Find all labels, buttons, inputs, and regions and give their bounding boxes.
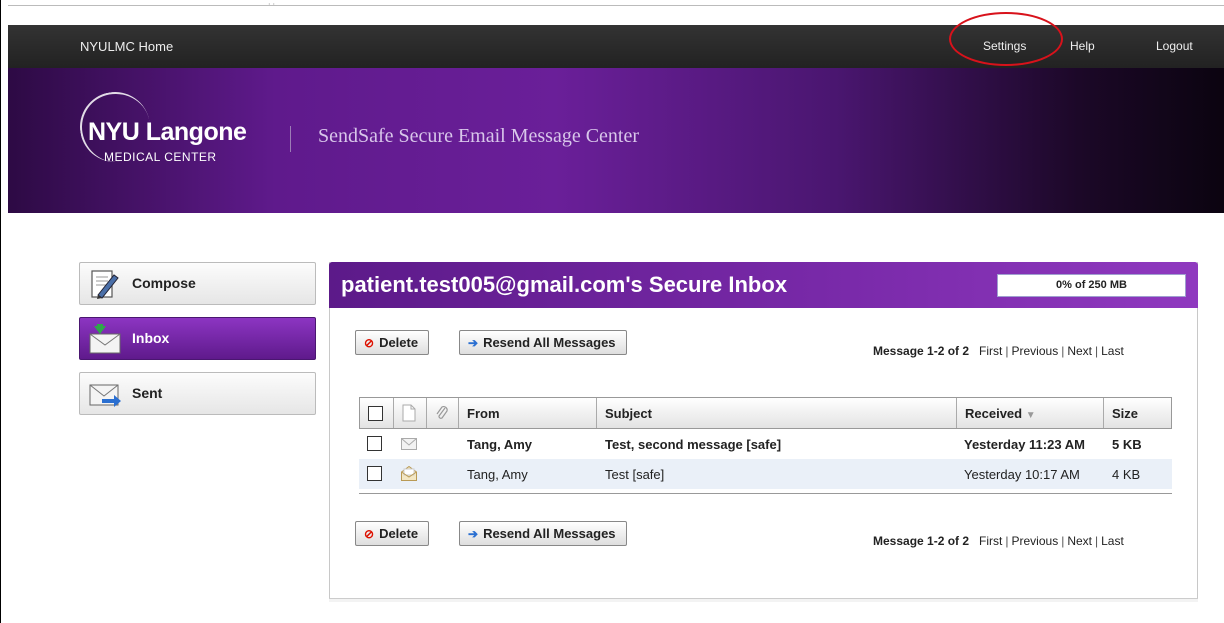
row-subject[interactable]: Test, second message [safe] xyxy=(605,437,781,452)
help-link[interactable]: Help xyxy=(1070,39,1095,53)
compose-icon xyxy=(91,270,119,299)
envelope-closed-icon xyxy=(401,438,417,450)
sidebar-item-compose[interactable]: Compose xyxy=(79,262,316,305)
message-table: From Subject Received ▼ Size Tang, Amy T… xyxy=(359,397,1172,494)
table-row[interactable]: Tang, Amy Test [safe] Yesterday 10:17 AM… xyxy=(359,459,1172,489)
next-link[interactable]: Next xyxy=(1067,344,1092,358)
logo-name: NYU Langone xyxy=(88,118,247,146)
table-bottom-border xyxy=(359,493,1172,494)
table-row[interactable]: Tang, Amy Test, second message [safe] Ye… xyxy=(359,429,1172,459)
pagination-top: Message 1-2 of 2 First | Previous | Next | Last xyxy=(873,344,1124,358)
inbox-title: patient.test005@gmail.com's Secure Inbox xyxy=(341,272,788,297)
panel-footer xyxy=(329,598,1198,602)
sidebar-item-inbox[interactable]: Inbox xyxy=(79,317,316,360)
message-count: Message 1-2 of 2 xyxy=(873,534,970,548)
sidebar-item-label: Sent xyxy=(132,385,163,401)
paperclip-icon xyxy=(436,406,448,419)
sort-desc-icon: ▼ xyxy=(1025,410,1036,421)
storage-quota-label: 0% of 250 MB xyxy=(1056,279,1127,291)
nyulmc-home-link[interactable]: NYULMC Home xyxy=(80,39,173,54)
last-link[interactable]: Last xyxy=(1101,344,1124,358)
resend-all-button-bottom[interactable]: ➔ Resend All Messages xyxy=(459,521,627,546)
table-header: From Subject Received ▼ Size xyxy=(359,397,1172,429)
next-link[interactable]: Next xyxy=(1067,534,1092,548)
document-icon xyxy=(402,404,416,422)
last-link[interactable]: Last xyxy=(1101,534,1124,548)
inbox-header: patient.test005@gmail.com's Secure Inbox… xyxy=(329,262,1198,308)
storage-quota-bar: 0% of 250 MB xyxy=(997,274,1186,297)
delete-button-bottom[interactable]: ⊘ Delete xyxy=(355,521,430,546)
header-banner: NYU Langone MEDICAL CENTER SendSafe Secu… xyxy=(8,68,1224,213)
message-count: Message 1-2 of 2 xyxy=(873,344,970,358)
no-entry-icon: ⊘ xyxy=(364,526,375,541)
resend-all-button-top[interactable]: ➔ Resend All Messages xyxy=(459,330,627,355)
banner-divider xyxy=(290,126,291,152)
row-size: 5 KB xyxy=(1112,437,1142,452)
inbox-icon xyxy=(89,324,121,354)
sidebar-item-label: Inbox xyxy=(132,330,170,346)
sent-icon xyxy=(89,384,121,407)
row-from: Tang, Amy xyxy=(467,467,528,482)
delete-button-top[interactable]: ⊘ Delete xyxy=(355,330,430,355)
row-checkbox[interactable] xyxy=(367,436,382,451)
row-from: Tang, Amy xyxy=(467,437,533,452)
arrow-right-icon: ➔ xyxy=(468,526,479,541)
previous-link[interactable]: Previous xyxy=(1012,344,1059,358)
app-title: SendSafe Secure Email Message Center xyxy=(318,125,640,147)
column-received[interactable]: Received ▼ xyxy=(965,406,1036,421)
column-subject[interactable]: Subject xyxy=(605,406,652,421)
logout-link[interactable]: Logout xyxy=(1156,39,1193,53)
top-edge xyxy=(8,5,1224,6)
logo-subtitle: MEDICAL CENTER xyxy=(104,150,217,164)
previous-link[interactable]: Previous xyxy=(1012,534,1059,548)
row-received: Yesterday 10:17 AM xyxy=(964,467,1080,482)
settings-highlight-circle xyxy=(949,12,1063,66)
select-all-checkbox[interactable] xyxy=(368,406,383,421)
edge-mark: ⋅⋅ xyxy=(268,0,278,9)
sidebar-item-sent[interactable]: Sent xyxy=(79,372,316,415)
no-entry-icon: ⊘ xyxy=(364,335,375,350)
first-link[interactable]: First xyxy=(979,534,1002,548)
row-received: Yesterday 11:23 AM xyxy=(964,437,1085,452)
column-from[interactable]: From xyxy=(467,406,500,421)
first-link[interactable]: First xyxy=(979,344,1002,358)
pagination-bottom: Message 1-2 of 2 First | Previous | Next | Last xyxy=(873,534,1124,548)
column-size[interactable]: Size xyxy=(1112,406,1138,421)
envelope-open-icon xyxy=(401,466,417,481)
row-checkbox[interactable] xyxy=(367,466,382,481)
sidebar-item-label: Compose xyxy=(132,275,196,291)
arrow-right-icon: ➔ xyxy=(468,335,479,350)
row-size: 4 KB xyxy=(1112,467,1141,482)
row-subject[interactable]: Test [safe] xyxy=(605,467,664,482)
